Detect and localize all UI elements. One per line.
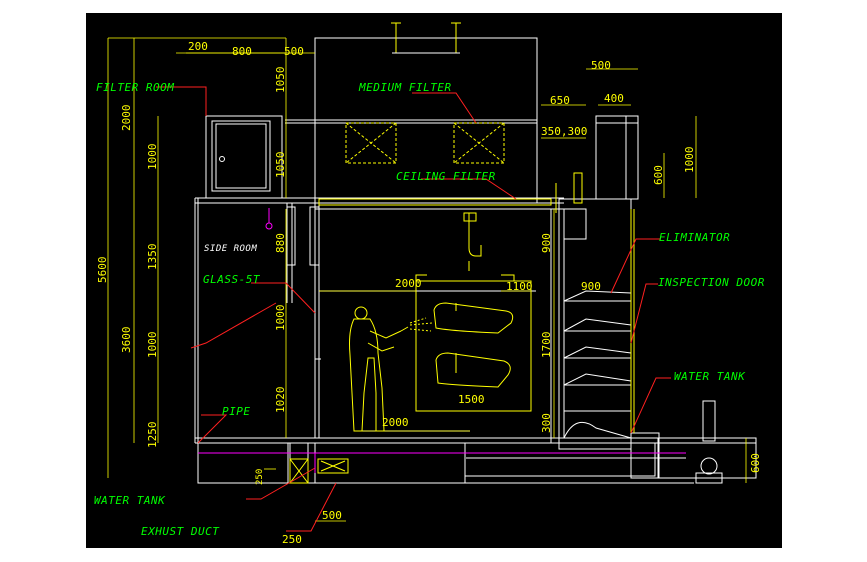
dim-500-right: 500 — [591, 59, 611, 72]
workpiece-frame — [415, 280, 532, 412]
spray-booth-section-drawing: FILTER ROOM MEDIUM FILTER CEILING FILTER… — [94, 22, 765, 546]
leader-lines — [156, 86, 671, 532]
label-exhaust-duct: EXHUST DUCT — [141, 525, 220, 538]
dim-600-right: 600 — [652, 165, 665, 185]
label-side-room: SIDE ROOM — [204, 244, 257, 254]
dim-900-vert: 900 — [540, 233, 553, 253]
dim-1250: 1250 — [146, 422, 159, 449]
dim-300: 300 — [540, 413, 553, 433]
label-water-tank-left: WATER TANK — [94, 494, 166, 507]
filter-room-box — [205, 115, 283, 199]
dim-2000-mid: 2000 — [395, 277, 422, 290]
label-water-tank-right: WATER TANK — [674, 370, 746, 383]
dim-250-bottom: 250 — [282, 533, 302, 546]
workpiece-door-upper — [433, 302, 514, 334]
dim-1000-mid: 1000 — [274, 305, 287, 332]
cad-drawing-canvas: FILTER ROOM MEDIUM FILTER CEILING FILTER… — [86, 13, 782, 548]
label-pipe: PIPE — [222, 405, 251, 418]
dim-1350: 1350 — [146, 244, 159, 271]
dim-2000-left: 2000 — [120, 105, 133, 132]
dim-500-top: 500 — [284, 45, 304, 58]
dim-1700: 1700 — [540, 332, 553, 359]
label-medium-filter: MEDIUM FILTER — [358, 81, 452, 94]
dim-3600: 3600 — [120, 327, 133, 354]
ceiling-filter-strip — [318, 198, 552, 206]
dim-900-horiz: 900 — [581, 280, 601, 293]
dim-500-bottom: 500 — [322, 509, 342, 522]
workpiece-door-lower — [435, 352, 511, 388]
upper-plenum — [314, 37, 538, 121]
dim-600-tank: 600 — [749, 453, 762, 473]
label-glass: GLASS-5T — [203, 273, 261, 286]
dim-1100: 1100 — [506, 280, 533, 293]
operator-figure — [349, 306, 433, 432]
dim-1500: 1500 — [458, 393, 485, 406]
dim-5600: 5600 — [96, 257, 109, 284]
label-filter-room: FILTER ROOM — [96, 81, 174, 94]
dim-1050-mid: 1050 — [274, 152, 287, 179]
dim-1000-left: 1000 — [146, 144, 159, 171]
filter-room-door — [215, 123, 267, 189]
dim-650: 650 — [550, 94, 570, 107]
dim-800: 800 — [232, 45, 252, 58]
dim-200: 200 — [188, 40, 208, 53]
dim-2000-bottom: 2000 — [382, 416, 409, 429]
dim-880: 880 — [274, 233, 287, 253]
dim-250-small: 250 — [255, 469, 265, 485]
label-ceiling-filter: CEILING FILTER — [396, 170, 496, 183]
dim-1000-left2: 1000 — [146, 332, 159, 359]
booth-structure — [194, 37, 757, 484]
dim-1020: 1020 — [274, 387, 287, 414]
dim-400: 400 — [604, 92, 624, 105]
dim-1050-top: 1050 — [274, 67, 287, 94]
dimension-values: 200 800 500 500 650 400 350,300 2000 110… — [96, 40, 762, 546]
label-inspection-door: INSPECTION DOOR — [658, 276, 765, 289]
dim-350-300: 350,300 — [541, 125, 587, 138]
dim-1000-right: 1000 — [683, 147, 696, 174]
exhaust-stack — [595, 115, 639, 200]
label-eliminator: ELIMINATOR — [659, 231, 730, 244]
nozzle-pipe — [468, 213, 482, 257]
